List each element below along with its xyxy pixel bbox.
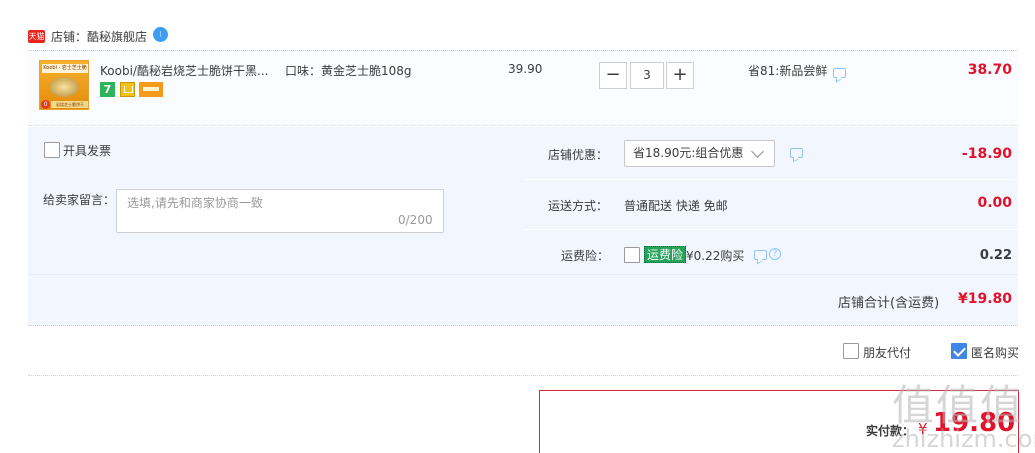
item-subtotal: 38.70 [967,62,1012,78]
promo-comment-icon[interactable] [833,68,846,78]
thumbnail-cracker-image [49,77,79,97]
shop-name-link[interactable]: 店铺：酷秘旗舰店 [51,28,147,45]
thumbnail-strip-text: 岩烧芝士脆饼干 [51,101,88,108]
insurance-fee: 0.22 [979,248,1012,263]
help-icon[interactable]: ? [769,248,781,260]
shipping-fee: 0.00 [977,195,1012,211]
tmall-badge: 天猫 [28,30,45,43]
thumbnail-brand-text: Koobi · 岩士芝士脆 [42,64,88,73]
thumbnail-corner-badge: 0 [41,100,50,109]
product-sku: 口味：黄金芝士脆108g [285,64,412,78]
watermark-logo: 值值值 [892,381,1025,430]
insurance-tag: 运费险 [644,246,687,263]
card-badge-icon[interactable] [139,82,163,97]
invoice-label[interactable]: 开具发票 [63,142,111,159]
seven-day-return-icon[interactable]: 7 [100,82,115,97]
wangwang-chat-icon[interactable]: ⁝ [153,27,168,42]
invoice-checkbox[interactable] [44,142,60,158]
product-title-link[interactable]: Koobi/酷秘岩烧芝士脆饼干黑... [100,62,272,78]
insurance-checkbox[interactable] [624,247,640,263]
anonymous-label[interactable]: 匿名购买 [971,344,1019,361]
product-thumbnail[interactable]: Koobi · 岩士芝士脆 0 岩烧芝士脆饼干 [39,60,89,110]
unit-price: 39.90 [508,62,543,76]
section-divider [28,375,1018,376]
quantity-decrease-button[interactable]: − [599,62,627,89]
insurance-price-text: ¥0.22购买 [686,249,745,263]
friend-pay-label[interactable]: 朋友代付 [863,344,911,361]
shipping-label: 运送方式： [548,199,609,213]
insurance-comment-icon[interactable] [754,250,767,260]
shop-total-amount: ¥19.80 [957,291,1012,307]
coupon-label: 店铺优惠： [548,148,609,162]
seller-message-counter: 0/200 [398,213,433,227]
seller-message-placeholder: 选填,请先和商家协商一致 [127,196,263,210]
shipping-method: 普通配送 快递 免邮 [624,199,728,213]
item-promotion: 省81:新品尝鲜 [748,64,828,78]
seller-message-label: 给卖家留言： [43,193,116,207]
shield-badge-icon[interactable] [120,82,135,97]
shop-total-label: 店铺合计(含运费) [838,296,940,311]
coupon-comment-icon[interactable] [790,148,803,158]
insurance-label: 运费险： [561,249,610,263]
friend-pay-checkbox[interactable] [843,343,859,359]
quantity-increase-button[interactable]: + [666,62,694,89]
quantity-input[interactable]: 3 [630,62,664,89]
coupon-discount: -18.90 [961,146,1012,162]
anonymous-checkbox[interactable] [951,343,967,359]
watermark-url: zhizhizm.com [892,425,1035,453]
